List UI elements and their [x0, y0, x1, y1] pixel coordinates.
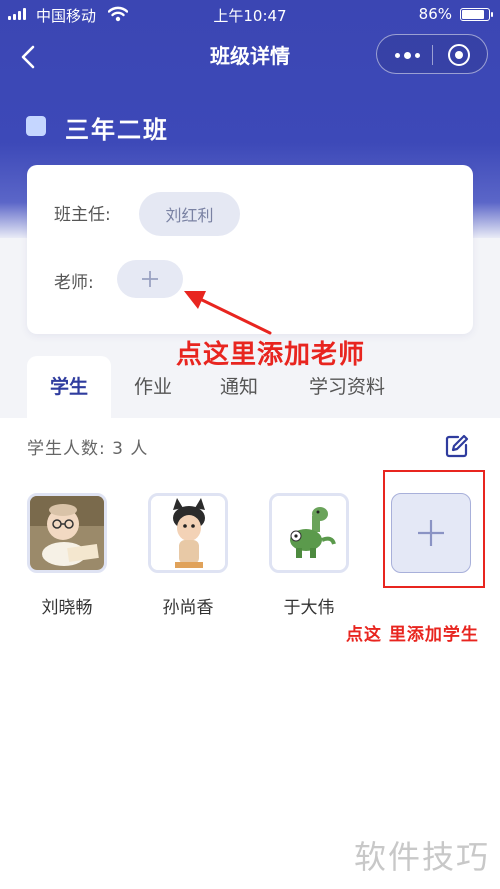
class-square-icon [26, 116, 46, 136]
edit-icon[interactable] [444, 433, 470, 459]
mini-program-capsule [376, 34, 488, 74]
head-teacher-chip[interactable]: 刘红利 [139, 192, 240, 236]
capsule-divider [432, 45, 433, 65]
tab-study-materials[interactable]: 学习资料 [297, 356, 397, 418]
cat-girl-avatar [151, 496, 225, 570]
battery-percent: 86% [418, 5, 452, 23]
add-student-annotation: 点这 里添加学生 [346, 625, 479, 645]
student-avatar-3[interactable] [269, 493, 349, 573]
more-dots-icon[interactable] [387, 40, 427, 70]
status-bar: 中国移动 上午10:47 86% [0, 0, 500, 30]
head-teacher-label: 班主任: [54, 205, 111, 225]
baby-reading-avatar [30, 496, 104, 570]
watermark: 软件技巧 [354, 838, 491, 876]
tab-students[interactable]: 学生 [27, 356, 111, 418]
tab-notices[interactable]: 通知 [209, 356, 269, 418]
student-avatar-2[interactable] [148, 493, 228, 573]
battery-fill [462, 10, 485, 19]
close-target-icon[interactable] [439, 40, 479, 70]
tab-homework[interactable]: 作业 [123, 356, 183, 418]
student-name-2: 孙尚香 [162, 598, 214, 618]
student-count: 学生人数: 3 人 [27, 439, 149, 459]
student-name-1: 刘晓畅 [41, 598, 93, 618]
annotation-highlight-box [383, 470, 485, 588]
student-name-3: 于大伟 [283, 598, 335, 618]
class-name: 三年二班 [65, 116, 169, 144]
annotation-arrow-icon [184, 291, 272, 335]
battery-icon [460, 8, 493, 21]
teacher-label: 老师: [54, 273, 94, 293]
add-teacher-button[interactable] [117, 260, 183, 298]
student-avatar-1[interactable] [27, 493, 107, 573]
plus-icon [142, 271, 158, 287]
green-dino-avatar [272, 496, 346, 570]
